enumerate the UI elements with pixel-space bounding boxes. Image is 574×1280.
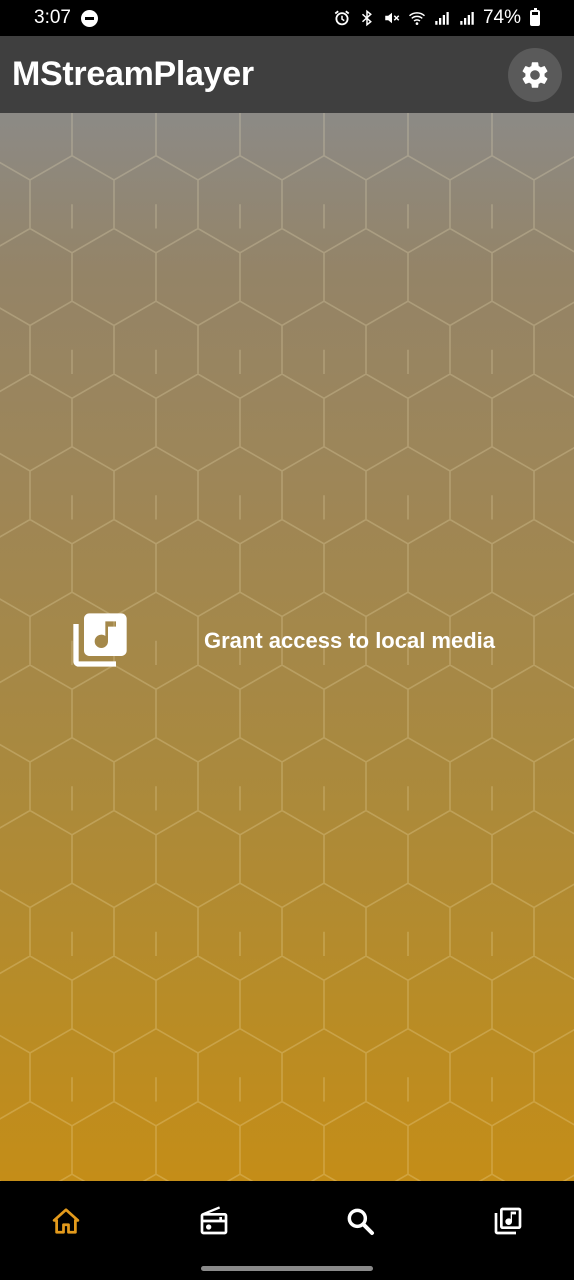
nav-radio[interactable] xyxy=(194,1201,234,1241)
library-music-icon xyxy=(494,1207,522,1235)
settings-button[interactable] xyxy=(508,47,562,102)
home-icon xyxy=(52,1208,80,1234)
nav-home[interactable] xyxy=(46,1201,86,1241)
main-content: Grant access to local media xyxy=(0,113,574,1181)
search-icon xyxy=(347,1208,374,1235)
alarm-icon xyxy=(334,10,350,26)
library-music-icon xyxy=(68,608,132,672)
gear-icon xyxy=(522,61,548,88)
status-left: 3:07 xyxy=(34,7,98,29)
signal-icon xyxy=(435,12,449,25)
status-right: 74% xyxy=(333,7,540,29)
do-not-disturb-icon xyxy=(80,9,98,27)
nav-search[interactable] xyxy=(340,1201,380,1241)
battery-icon xyxy=(530,8,540,26)
app-bar: MStreamPlayer xyxy=(0,36,574,113)
grant-access-row[interactable]: Grant access to local media xyxy=(0,608,574,678)
mute-icon xyxy=(385,12,400,24)
grant-access-label[interactable]: Grant access to local media xyxy=(204,628,495,654)
system-home-indicator[interactable] xyxy=(201,1266,373,1271)
status-bar: 3:07 74% xyxy=(0,0,574,36)
screen: 3:07 74% MStreamPlayer Grant access to l… xyxy=(0,0,574,1280)
bottom-navigation xyxy=(0,1181,574,1280)
bluetooth-icon xyxy=(361,9,372,27)
signal-2-icon xyxy=(460,12,474,25)
nav-library[interactable] xyxy=(488,1201,528,1241)
battery-percent: 74% xyxy=(482,7,521,28)
status-time: 3:07 xyxy=(34,7,71,28)
wifi-icon xyxy=(408,12,425,25)
radio-icon xyxy=(200,1206,228,1235)
app-title: MStreamPlayer xyxy=(12,55,254,93)
